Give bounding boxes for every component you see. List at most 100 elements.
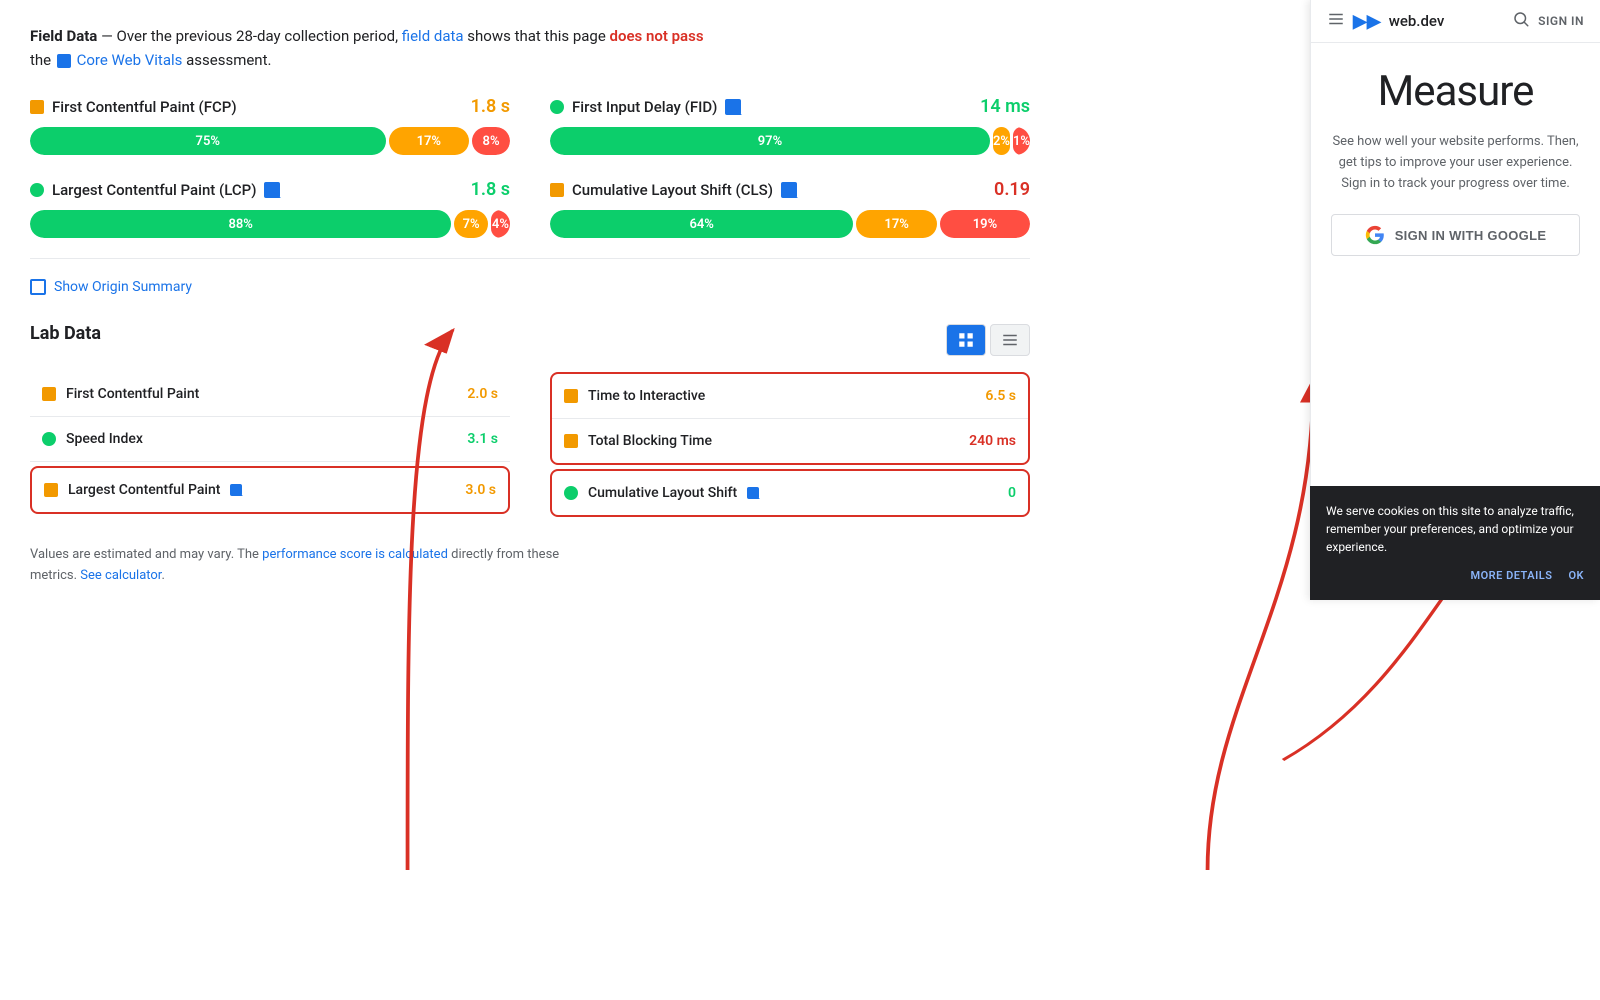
grid-view-button[interactable]: [946, 324, 986, 356]
fcp-bar: 75% 17% 8%: [30, 127, 510, 155]
origin-label[interactable]: Show Origin Summary: [54, 279, 192, 295]
lab-cls-badge: [747, 487, 759, 499]
lab-metric-lcp: Largest Contentful Paint 3.0 s: [30, 466, 510, 514]
lab-cls-icon: [564, 486, 578, 500]
lab-tbt-name: Total Blocking Time: [588, 433, 712, 449]
cls-cwv-badge: [781, 182, 797, 198]
lcp-value: 1.8 s: [471, 179, 510, 200]
measure-title: Measure: [1331, 67, 1580, 116]
google-g-icon: [1365, 225, 1385, 245]
fid-value: 14 ms: [980, 96, 1030, 117]
metric-card-fid: First Input Delay (FID) 14 ms 97% 2% 1%: [550, 96, 1030, 155]
lab-tti-icon: [564, 389, 578, 403]
measure-description: See how well your website performs. Then…: [1331, 132, 1580, 194]
field-metrics-grid: First Contentful Paint (FCP) 1.8 s 75% 1…: [30, 96, 1030, 259]
lab-metric-cls: Cumulative Layout Shift 0: [550, 469, 1030, 517]
lcp-bar-poor: 4%: [491, 210, 510, 238]
lab-tti-value: 6.5 s: [985, 388, 1016, 404]
lab-si-icon: [42, 432, 56, 446]
lab-lcp-name: Largest Contentful Paint: [68, 482, 220, 498]
see-calculator-link[interactable]: See calculator: [80, 568, 161, 583]
cookie-actions: MORE DETAILS OK: [1326, 568, 1584, 585]
lab-left-column: First Contentful Paint 2.0 s Speed Index…: [30, 372, 510, 521]
cookie-text: We serve cookies on this site to analyze…: [1326, 502, 1584, 556]
topbar-right: SIGN IN: [1512, 10, 1584, 32]
fcp-bar-needs-improvement: 17%: [389, 127, 470, 155]
lab-metric-si: Speed Index 3.1 s: [30, 417, 510, 462]
list-icon: [1001, 331, 1019, 349]
lcp-icon: [30, 183, 44, 197]
field-data-label: Field Data: [30, 27, 97, 45]
lab-tti-tbt-group: Time to Interactive 6.5 s Total Blocking…: [550, 372, 1030, 465]
does-not-pass-label: does not pass: [610, 27, 704, 45]
perf-score-link[interactable]: performance score is calculated: [262, 547, 448, 562]
cls-name: Cumulative Layout Shift (CLS): [572, 181, 773, 199]
lab-cls-name: Cumulative Layout Shift: [588, 485, 737, 501]
lcp-name: Largest Contentful Paint (LCP): [52, 181, 256, 199]
webdev-panel: ▶▶ web.dev SIGN IN Measure See how well …: [1310, 0, 1600, 600]
webdev-topbar: ▶▶ web.dev SIGN IN: [1311, 0, 1600, 43]
cls-bar-good: 64%: [550, 210, 853, 238]
lab-metric-tti: Time to Interactive 6.5 s: [552, 374, 1028, 419]
lab-data-title: Lab Data: [30, 323, 101, 344]
webdev-site-name: web.dev: [1389, 12, 1445, 30]
lab-lcp-badge: [230, 484, 242, 496]
cls-icon: [550, 183, 564, 197]
lab-lcp-icon: [44, 483, 58, 497]
lab-header-row: Lab Data: [30, 323, 1030, 360]
google-signin-text: SIGN IN WITH GOOGLE: [1395, 228, 1547, 243]
list-view-button[interactable]: [990, 324, 1030, 356]
lab-data-section: Lab Data: [30, 323, 1030, 521]
cookie-more-details[interactable]: MORE DETAILS: [1470, 568, 1552, 585]
lcp-bar: 88% 7% 4%: [30, 210, 510, 238]
google-signin-button[interactable]: SIGN IN WITH GOOGLE: [1331, 214, 1580, 256]
cwv-link[interactable]: Core Web Vitals: [77, 51, 183, 69]
fcp-name: First Contentful Paint (FCP): [52, 98, 237, 116]
search-icon[interactable]: [1512, 10, 1530, 32]
lab-si-value: 3.1 s: [467, 431, 498, 447]
fcp-icon: [30, 100, 44, 114]
footer-notes: Values are estimated and may vary. The p…: [30, 545, 1030, 587]
lab-tti-name: Time to Interactive: [588, 388, 705, 404]
show-origin-row[interactable]: Show Origin Summary: [30, 279, 1030, 295]
cookie-banner: We serve cookies on this site to analyze…: [1310, 486, 1600, 601]
lcp-cwv-badge: [264, 182, 280, 198]
cls-bar-needs-improvement: 17%: [856, 210, 937, 238]
fcp-bar-poor: 8%: [472, 127, 510, 155]
lab-fcp-value: 2.0 s: [467, 386, 498, 402]
lab-cls-value: 0: [1008, 485, 1016, 501]
fid-bar-needs-improvement: 2%: [993, 127, 1010, 155]
lab-tbt-value: 240 ms: [969, 433, 1016, 449]
fid-bar: 97% 2% 1%: [550, 127, 1030, 155]
grid-icon: [957, 331, 975, 349]
cls-value: 0.19: [994, 179, 1030, 200]
fid-name: First Input Delay (FID): [572, 98, 717, 116]
metric-card-cls: Cumulative Layout Shift (CLS) 0.19 64% 1…: [550, 179, 1030, 238]
lab-metric-tbt: Total Blocking Time 240 ms: [552, 419, 1028, 463]
cls-bar: 64% 17% 19%: [550, 210, 1030, 238]
cls-bar-poor: 19%: [940, 210, 1030, 238]
lab-metric-fcp: First Contentful Paint 2.0 s: [30, 372, 510, 417]
field-data-link[interactable]: field data: [402, 27, 464, 45]
lcp-bar-needs-improvement: 7%: [454, 210, 488, 238]
fcp-value: 1.8 s: [471, 96, 510, 117]
lab-fcp-icon: [42, 387, 56, 401]
lab-fcp-name: First Contentful Paint: [66, 386, 199, 402]
lcp-bar-good: 88%: [30, 210, 451, 238]
fid-bar-good: 97%: [550, 127, 990, 155]
cwv-icon: [57, 54, 71, 68]
webdev-body: Measure See how well your website perfor…: [1311, 43, 1600, 280]
metric-card-fcp: First Contentful Paint (FCP) 1.8 s 75% 1…: [30, 96, 510, 155]
fid-cwv-badge: [725, 99, 741, 115]
cookie-ok[interactable]: OK: [1568, 568, 1584, 585]
origin-checkbox[interactable]: [30, 279, 46, 295]
sign-in-label[interactable]: SIGN IN: [1538, 14, 1584, 28]
field-data-description: Field Data — Over the previous 28-day co…: [30, 24, 1030, 72]
hamburger-icon[interactable]: [1327, 10, 1345, 32]
fid-bar-poor: 1%: [1013, 127, 1030, 155]
lab-lcp-value: 3.0 s: [465, 482, 496, 498]
lab-right-column: Time to Interactive 6.5 s Total Blocking…: [550, 372, 1030, 521]
fcp-bar-good: 75%: [30, 127, 386, 155]
topbar-left: ▶▶ web.dev: [1327, 10, 1444, 32]
lab-si-name: Speed Index: [66, 431, 143, 447]
